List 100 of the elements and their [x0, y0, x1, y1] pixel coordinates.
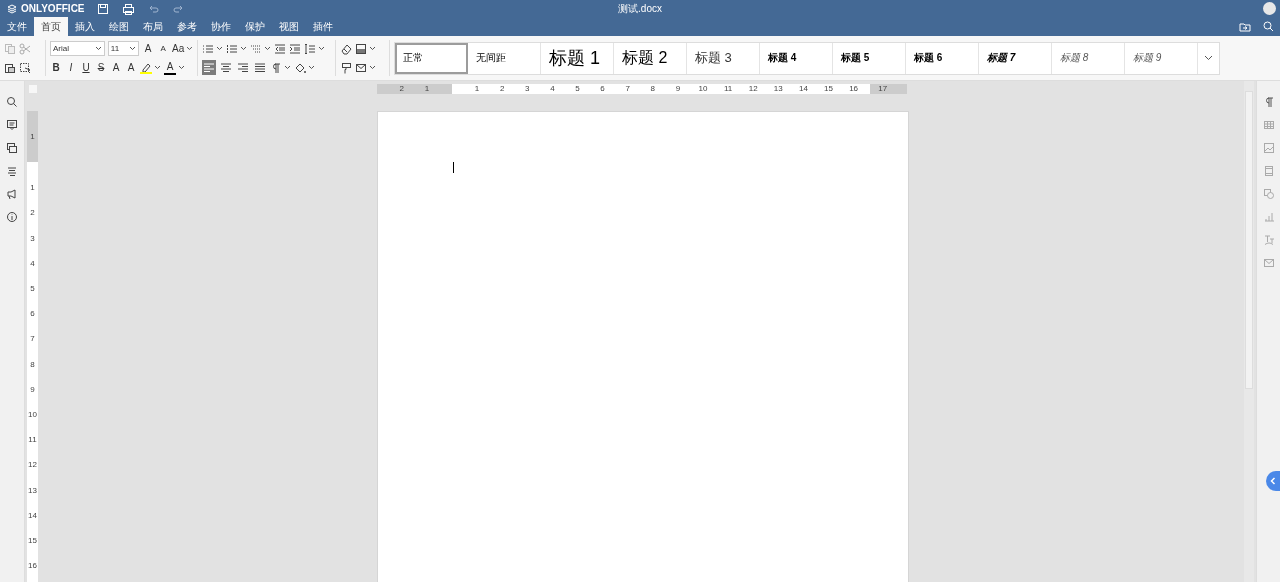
numbered-list-icon[interactable]: [226, 42, 238, 55]
scrollbar[interactable]: [1244, 81, 1254, 582]
multilevel-list-icon[interactable]: [250, 42, 262, 55]
style-preset[interactable]: 正常: [395, 42, 468, 74]
menu-tab[interactable]: 布局: [136, 17, 170, 36]
bold-button[interactable]: B: [50, 60, 62, 75]
change-case-button[interactable]: Aa: [172, 41, 185, 56]
menu-tab[interactable]: 协作: [204, 17, 238, 36]
font-color-button[interactable]: A: [164, 60, 176, 75]
caret-icon[interactable]: [265, 46, 271, 51]
caret-icon[interactable]: [319, 46, 325, 51]
ruler-number: 2: [29, 207, 36, 217]
caret-icon[interactable]: [370, 46, 376, 51]
select-all-icon[interactable]: [19, 61, 31, 74]
caret-icon[interactable]: [179, 65, 185, 70]
ruler-number: 14: [798, 84, 808, 94]
menu-tab[interactable]: 插件: [306, 17, 340, 36]
ruler-number: 2: [499, 84, 505, 94]
ruler-number: 4: [29, 258, 36, 268]
underline-button[interactable]: U: [80, 60, 92, 75]
pilcrow-icon[interactable]: [270, 61, 282, 74]
menu-tab[interactable]: 文件: [0, 17, 34, 36]
italic-button[interactable]: I: [65, 60, 77, 75]
caret-icon[interactable]: [95, 46, 102, 51]
menu-tab[interactable]: 参考: [170, 17, 204, 36]
collapse-button[interactable]: [1266, 471, 1280, 491]
increase-indent-icon[interactable]: [289, 42, 301, 55]
menu-tab[interactable]: 保护: [238, 17, 272, 36]
avatar-icon[interactable]: [1263, 2, 1276, 15]
outline-icon[interactable]: [6, 165, 18, 177]
paint-bucket-icon[interactable]: [294, 61, 306, 74]
info-icon[interactable]: [6, 211, 18, 223]
ruler-number: 12: [748, 84, 758, 94]
ruler-number: 15: [27, 535, 38, 545]
decrease-font-button[interactable]: A: [157, 41, 170, 56]
megaphone-icon[interactable]: [6, 188, 18, 200]
align-right-button[interactable]: [236, 60, 250, 75]
shading-icon[interactable]: [355, 42, 367, 55]
ruler-number: 10: [27, 409, 38, 419]
caret-icon[interactable]: [285, 65, 291, 70]
comment-icon[interactable]: [6, 119, 18, 131]
increase-font-button[interactable]: A: [142, 41, 155, 56]
document-title: 测试.docx: [618, 3, 662, 14]
ruler-number: 15: [824, 84, 833, 94]
ruler-number: 9: [675, 84, 681, 94]
ruler-number: 6: [29, 308, 36, 318]
caret-icon[interactable]: [309, 65, 315, 70]
logo-icon: [7, 3, 17, 14]
align-center-button[interactable]: [219, 60, 233, 75]
search-icon[interactable]: [6, 96, 18, 108]
ruler-number: 6: [600, 84, 605, 94]
save-icon[interactable]: [97, 2, 110, 15]
caret-icon[interactable]: [155, 65, 161, 70]
highlighter-icon[interactable]: [140, 61, 152, 74]
chat-icon[interactable]: [6, 142, 18, 154]
ruler-number: 4: [550, 84, 555, 94]
menu-tab[interactable]: 插入: [68, 17, 102, 36]
print-icon[interactable]: [122, 2, 135, 15]
ruler-number: 8: [650, 84, 655, 94]
paste-icon[interactable]: [4, 61, 16, 74]
ruler-number: 1: [474, 84, 480, 94]
menu-tab[interactable]: 视图: [272, 17, 306, 36]
superscript-button[interactable]: A: [110, 60, 122, 75]
ruler-number: 1: [29, 182, 36, 192]
align-left-button[interactable]: [202, 60, 216, 75]
ruler-number: 2: [399, 84, 404, 94]
mail-icon[interactable]: [355, 61, 367, 74]
ruler-number: 5: [575, 84, 580, 94]
ruler-number: 9: [29, 384, 36, 394]
font-size-field[interactable]: 11: [107, 41, 140, 56]
ruler-number: 1: [29, 131, 36, 141]
logo-text: ONLYOFFICE: [21, 3, 85, 14]
font-name-field[interactable]: Arial: [50, 41, 105, 56]
ruler-number: 11: [723, 84, 733, 94]
caret-icon[interactable]: [370, 65, 376, 70]
align-justify-button[interactable]: [253, 60, 267, 75]
chevron-left-icon[interactable]: [1270, 477, 1276, 485]
ruler-number: 13: [27, 485, 38, 495]
eraser-icon[interactable]: [340, 42, 352, 55]
ruler-number: 12: [27, 459, 38, 469]
ruler-number: 16: [849, 84, 859, 94]
menu-tab[interactable]: 首页: [34, 17, 68, 36]
line-spacing-icon[interactable]: [304, 42, 316, 55]
ruler-number: 11: [27, 434, 38, 444]
strikethrough-button[interactable]: S: [95, 60, 107, 75]
decrease-indent-icon[interactable]: [274, 42, 286, 55]
ruler-number: 3: [29, 233, 36, 243]
caret-icon[interactable]: [130, 46, 137, 51]
caret-icon[interactable]: [217, 46, 223, 51]
ruler-number: 7: [29, 333, 36, 343]
chevron-down-icon[interactable]: [1204, 55, 1213, 61]
search-icon[interactable]: [1263, 21, 1274, 32]
caret-icon[interactable]: [241, 46, 247, 51]
subscript-button[interactable]: A: [125, 60, 137, 75]
menu-tab[interactable]: 绘图: [102, 17, 136, 36]
ruler-number: 7: [625, 84, 630, 94]
format-painter-icon[interactable]: [340, 61, 352, 74]
caret-icon[interactable]: [187, 46, 193, 51]
folder-icon[interactable]: [1239, 21, 1251, 32]
ruler-number: 8: [29, 359, 36, 369]
